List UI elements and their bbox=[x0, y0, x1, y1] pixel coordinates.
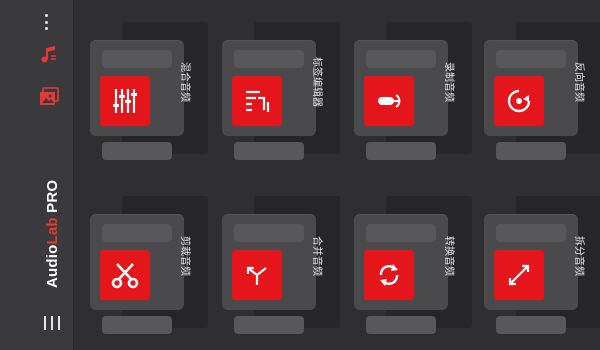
tile-tab bbox=[102, 50, 172, 68]
tile-tab bbox=[496, 224, 566, 242]
tile-tab bbox=[234, 50, 304, 68]
tool-label: 转换音频 bbox=[443, 236, 454, 276]
tile-body bbox=[354, 40, 448, 160]
scissors-icon bbox=[100, 250, 150, 300]
tile-body bbox=[90, 214, 184, 334]
tool-record-audio[interactable]: 录制音频 bbox=[354, 22, 472, 160]
equalizer-sliders-icon bbox=[100, 76, 150, 126]
tile-body bbox=[90, 40, 184, 160]
convert-cycle-icon bbox=[364, 250, 414, 300]
tool-label: 标签编辑器 bbox=[311, 57, 322, 107]
tool-label: 拆分音频 bbox=[573, 236, 584, 276]
photo-gallery-icon[interactable] bbox=[38, 86, 60, 108]
tool-tag-editor[interactable]: 标签编辑器 bbox=[222, 22, 340, 160]
tool-merge-audio[interactable]: 合并音频 bbox=[222, 196, 340, 334]
app-title: AudioLab PRO bbox=[44, 180, 61, 288]
tile-tab bbox=[496, 50, 566, 68]
menu-icon[interactable] bbox=[44, 316, 60, 330]
tool-reverse-audio[interactable]: 反向音频 bbox=[484, 22, 600, 160]
app-title-main: Audio bbox=[44, 244, 61, 289]
tile-body bbox=[484, 40, 578, 160]
tile-tab bbox=[234, 142, 304, 160]
tool-mix-audio[interactable]: 混合音频 bbox=[90, 22, 208, 160]
tool-label: 剪裁音频 bbox=[179, 236, 190, 276]
sidebar: AudioLab PRO bbox=[0, 0, 74, 350]
tile-tab bbox=[102, 142, 172, 160]
tile-tab bbox=[366, 142, 436, 160]
tool-label: 反向音频 bbox=[573, 62, 584, 102]
music-note-icon[interactable] bbox=[38, 44, 60, 66]
more-options-icon[interactable] bbox=[44, 14, 48, 30]
microphone-icon bbox=[364, 76, 414, 126]
merge-arrows-icon bbox=[232, 250, 282, 300]
tool-label: 录制音频 bbox=[443, 62, 454, 102]
tool-label: 混合音频 bbox=[179, 62, 190, 102]
tile-body bbox=[354, 214, 448, 334]
app-title-suffix: PRO bbox=[44, 179, 61, 218]
tile-body bbox=[484, 214, 578, 334]
tile-tab bbox=[366, 316, 436, 334]
tile-tab bbox=[102, 224, 172, 242]
tile-tab bbox=[234, 224, 304, 242]
reverse-audio-icon bbox=[494, 76, 544, 126]
tile-tab bbox=[496, 142, 566, 160]
tool-trim-audio[interactable]: 剪裁音频 bbox=[90, 196, 208, 334]
tile-body bbox=[222, 214, 316, 334]
tile-tab bbox=[366, 50, 436, 68]
tool-label: 合并音频 bbox=[311, 236, 322, 276]
tile-body bbox=[222, 40, 316, 160]
tool-split-audio[interactable]: 拆分音频 bbox=[484, 196, 600, 334]
tile-tab bbox=[234, 316, 304, 334]
tile-tab bbox=[496, 316, 566, 334]
tool-convert-audio[interactable]: 转换音频 bbox=[354, 196, 472, 334]
split-arrows-icon bbox=[494, 250, 544, 300]
tile-tab bbox=[102, 316, 172, 334]
tile-tab bbox=[366, 224, 436, 242]
tag-editor-icon bbox=[232, 76, 282, 126]
app-title-accent: Lab bbox=[44, 217, 61, 245]
